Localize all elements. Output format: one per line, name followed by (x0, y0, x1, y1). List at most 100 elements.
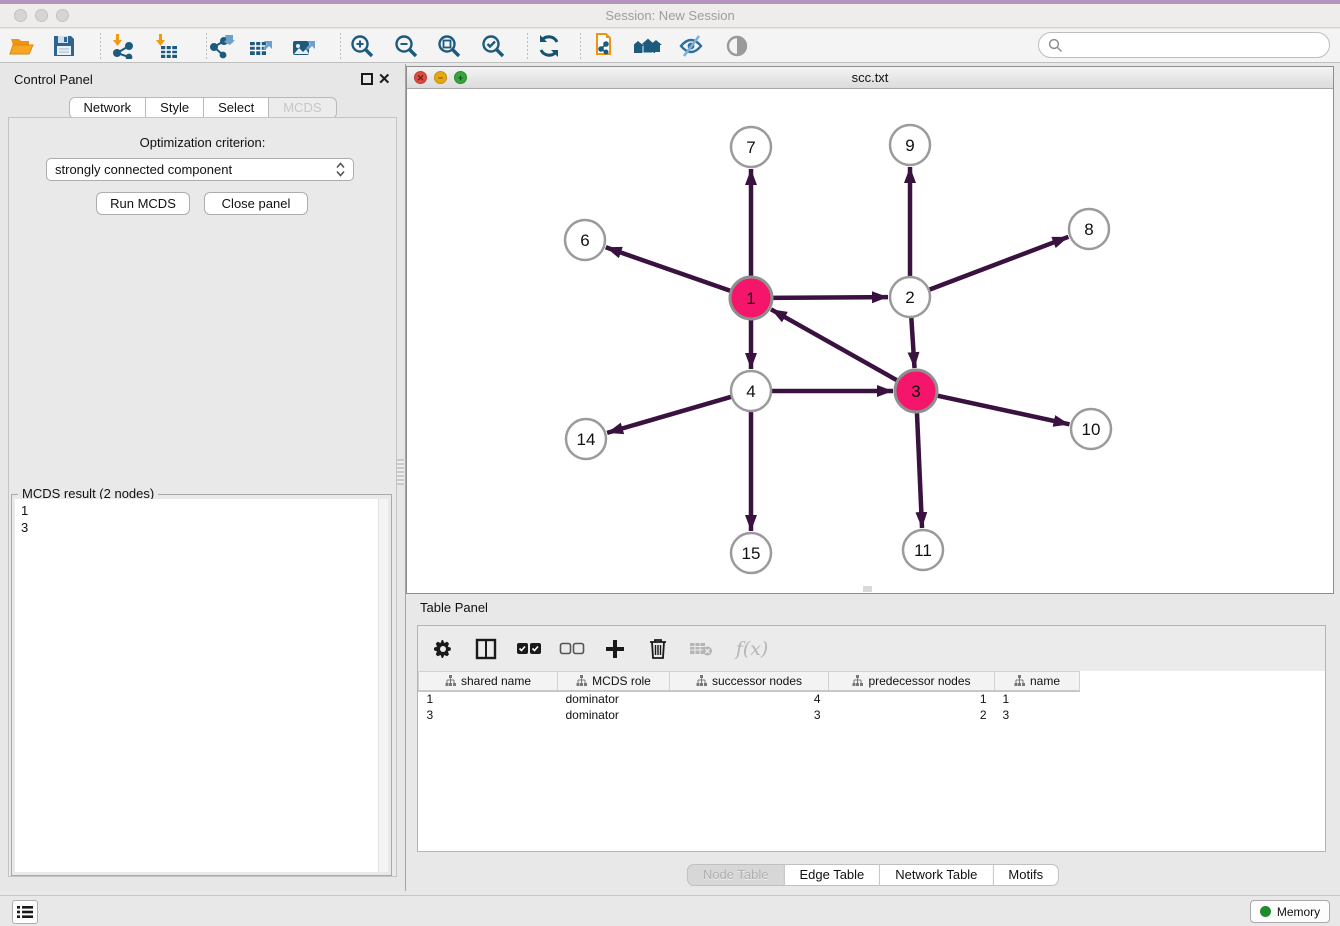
edge-1-2[interactable] (770, 297, 888, 298)
node-3[interactable]: 3 (895, 370, 937, 412)
clone-network-icon[interactable] (591, 32, 619, 60)
node-15[interactable]: 15 (731, 533, 771, 573)
column-layout-icon[interactable] (473, 636, 499, 662)
table-panel-title: Table Panel (420, 600, 488, 615)
save-session-icon[interactable] (50, 32, 78, 60)
export-table-icon[interactable] (248, 32, 276, 60)
import-table-icon[interactable] (151, 32, 179, 60)
table-cell[interactable]: 3 (995, 707, 1080, 723)
node-7[interactable]: 7 (731, 127, 771, 167)
node-4[interactable]: 4 (731, 371, 771, 411)
add-column-icon[interactable] (602, 636, 628, 662)
svg-text:15: 15 (742, 544, 761, 563)
select-all-columns-icon[interactable] (516, 636, 542, 662)
tab-edge-table[interactable]: Edge Table (784, 864, 880, 886)
table-cell[interactable]: 4 (670, 691, 829, 707)
tab-select[interactable]: Select (204, 97, 269, 119)
table-row[interactable]: 1dominator411 (419, 691, 1080, 707)
edge-3-10[interactable] (935, 395, 1070, 424)
dropdown-stepper-icon (336, 162, 345, 177)
svg-text:4: 4 (746, 382, 755, 401)
svg-text:10: 10 (1082, 420, 1101, 439)
table-cell[interactable]: dominator (558, 691, 670, 707)
node-10[interactable]: 10 (1071, 409, 1111, 449)
float-panel-icon[interactable] (361, 73, 373, 85)
close-panel-button[interactable]: Close panel (204, 192, 308, 215)
column-header-mcds-role[interactable]: MCDS role (558, 672, 670, 691)
optimization-criterion-dropdown[interactable]: strongly connected component (46, 158, 354, 181)
edge-4-14[interactable] (607, 396, 734, 433)
table-cell[interactable]: 2 (829, 707, 995, 723)
node-6[interactable]: 6 (565, 220, 605, 260)
table-settings-icon[interactable] (430, 636, 456, 662)
svg-text:14: 14 (577, 430, 596, 449)
table-cell[interactable]: dominator (558, 707, 670, 723)
tab-mcds[interactable]: MCDS (269, 97, 336, 119)
table-cell[interactable]: 3 (670, 707, 829, 723)
node-9[interactable]: 9 (890, 125, 930, 165)
table-cell[interactable]: 1 (995, 691, 1080, 707)
function-builder-icon: f(x) (731, 636, 773, 662)
edge-1-6[interactable] (606, 247, 733, 291)
network-window-titlebar[interactable]: ✕ − + scc.txt (407, 67, 1333, 89)
column-header-shared-name[interactable]: shared name (419, 672, 558, 691)
hide-graphics-details-icon[interactable] (677, 32, 705, 60)
mcds-tab-content: Optimization criterion: strongly connect… (8, 117, 397, 877)
search-input[interactable] (1063, 38, 1313, 53)
edge-3-11[interactable] (917, 410, 922, 528)
deselect-all-columns-icon[interactable] (559, 636, 585, 662)
list-icon (17, 905, 33, 919)
table-cell[interactable]: 1 (829, 691, 995, 707)
edge-3-1[interactable] (771, 309, 899, 381)
network-canvas[interactable]: 7 9 6 8 1 2 4 3 14 10 15 11 (407, 89, 1333, 593)
column-header-successor-nodes[interactable]: successor nodes (670, 672, 829, 691)
main-toolbar (0, 29, 1340, 63)
node-8[interactable]: 8 (1069, 209, 1109, 249)
delete-column-icon[interactable] (645, 636, 671, 662)
run-mcds-button[interactable]: Run MCDS (96, 192, 190, 215)
node-1[interactable]: 1 (730, 277, 772, 319)
delete-table-icon (688, 636, 714, 662)
memory-button[interactable]: Memory (1250, 900, 1330, 923)
column-header-name[interactable]: name (995, 672, 1080, 691)
node-table[interactable]: shared nameMCDS rolesuccessor nodesprede… (418, 671, 1325, 851)
node-2[interactable]: 2 (890, 277, 930, 317)
table-cell[interactable]: 3 (419, 707, 558, 723)
zoom-selected-icon[interactable] (479, 32, 507, 60)
table-row[interactable]: 3dominator323 (419, 707, 1080, 723)
edge-2-8[interactable] (927, 237, 1069, 291)
open-session-icon[interactable] (8, 32, 36, 60)
mcds-result-textarea[interactable]: 13 (15, 499, 388, 872)
edge-2-3[interactable] (911, 315, 914, 368)
task-history-button[interactable] (12, 900, 38, 924)
tab-style[interactable]: Style (146, 97, 204, 119)
first-neighbors-icon[interactable] (634, 32, 662, 60)
export-network-icon[interactable] (208, 32, 236, 60)
refresh-icon[interactable] (535, 32, 563, 60)
toggle-visibility-icon[interactable] (723, 32, 751, 60)
zoom-fit-icon[interactable] (435, 32, 463, 60)
optimization-criterion-label: Optimization criterion: (9, 135, 396, 150)
dropdown-value: strongly connected component (55, 162, 336, 177)
canvas-scroll-nub[interactable] (863, 586, 872, 592)
result-line: 1 (21, 502, 382, 519)
tab-network[interactable]: Network (68, 97, 146, 119)
tab-motifs[interactable]: Motifs (993, 864, 1059, 886)
splitter-handle[interactable] (397, 459, 404, 485)
node-11[interactable]: 11 (903, 530, 943, 570)
zoom-in-icon[interactable] (348, 32, 376, 60)
search-field[interactable] (1038, 32, 1330, 58)
import-network-icon[interactable] (108, 32, 136, 60)
result-scrollbar[interactable] (378, 499, 388, 872)
tab-network-table[interactable]: Network Table (880, 864, 993, 886)
result-line: 3 (21, 519, 382, 536)
table-cell[interactable]: 1 (419, 691, 558, 707)
svg-text:6: 6 (580, 231, 589, 250)
column-header-predecessor-nodes[interactable]: predecessor nodes (829, 672, 995, 691)
zoom-out-icon[interactable] (392, 32, 420, 60)
tab-node-table[interactable]: Node Table (687, 864, 785, 886)
node-14[interactable]: 14 (566, 419, 606, 459)
close-panel-icon[interactable]: ✕ (378, 70, 391, 88)
export-image-icon[interactable] (291, 32, 319, 60)
control-panel-title: Control Panel (14, 72, 93, 87)
